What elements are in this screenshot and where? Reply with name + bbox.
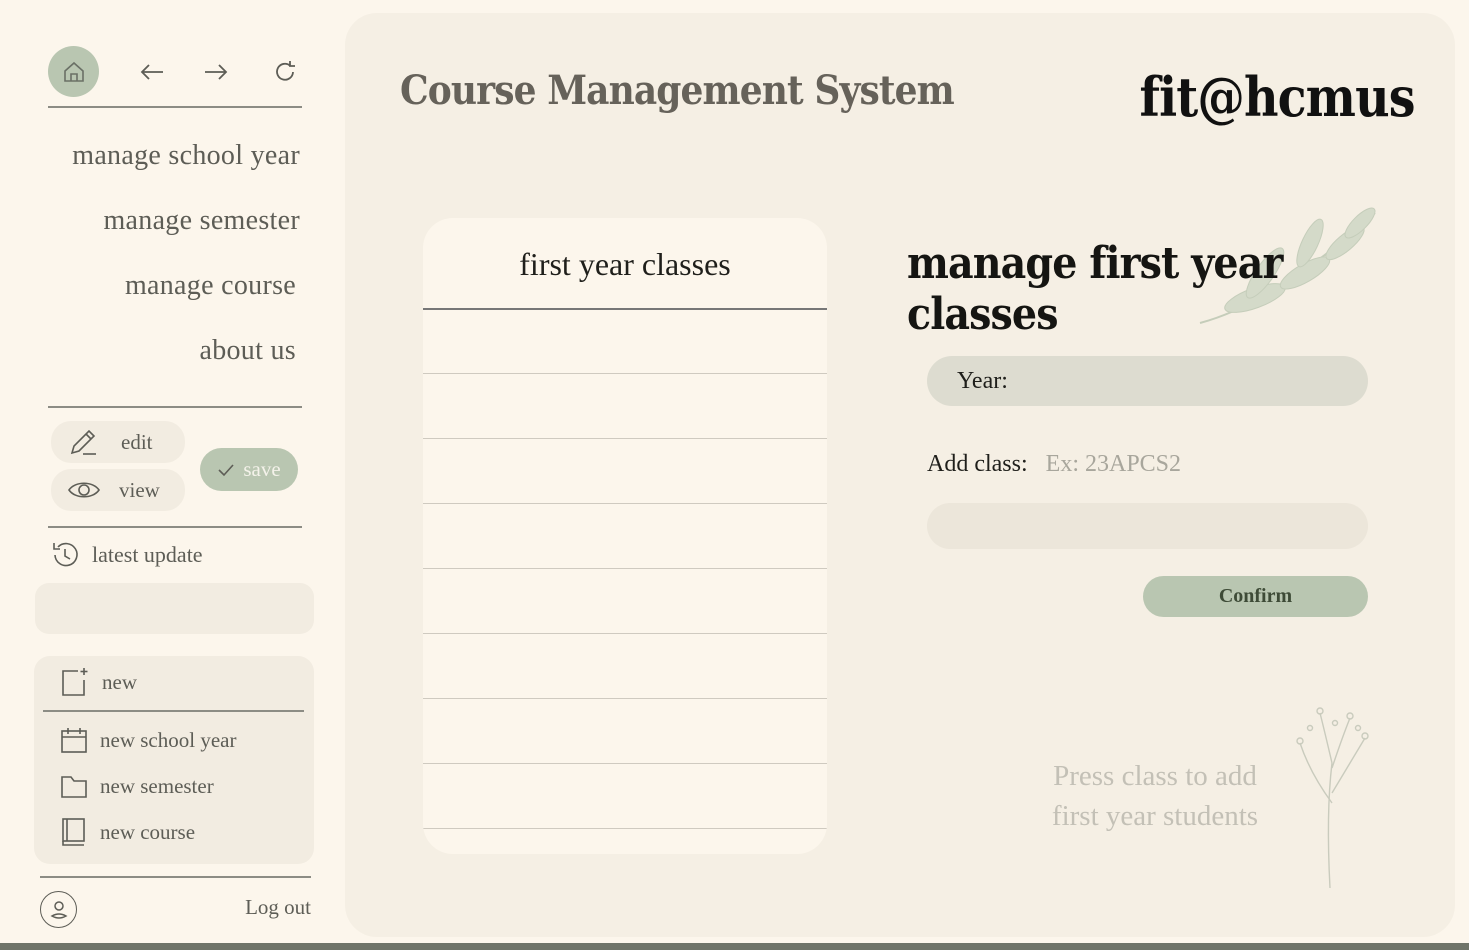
hint-text: Press class to add first year students (1005, 756, 1305, 836)
logout-row: Log out (40, 891, 311, 929)
divider (43, 710, 304, 712)
new-school-year-label: new school year (100, 727, 237, 752)
form-title: manage first year classes (907, 238, 1283, 340)
check-icon (218, 463, 234, 476)
back-button[interactable] (138, 58, 166, 86)
arrow-left-icon (140, 64, 163, 80)
save-button[interactable]: save (200, 448, 298, 491)
calendar-icon (61, 728, 87, 753)
add-class-label: Add class: (927, 451, 1028, 477)
divider (48, 106, 302, 108)
divider (40, 876, 311, 878)
class-input[interactable] (927, 503, 1368, 549)
class-list-row[interactable] (423, 569, 827, 634)
menu-item-about-us[interactable]: about us (199, 335, 296, 367)
menu-item-manage-course[interactable]: manage course (125, 270, 296, 302)
home-button[interactable] (48, 46, 99, 97)
hint-line: first year students (1051, 800, 1259, 832)
view-button[interactable]: view (51, 469, 185, 511)
eye-icon (68, 482, 100, 498)
latest-update-box (35, 583, 314, 634)
history-icon (53, 542, 78, 567)
arrow-right-icon (205, 64, 228, 80)
home-icon (63, 61, 84, 82)
menu-item-manage-semester[interactable]: manage semester (103, 205, 300, 237)
divider (48, 526, 302, 528)
user-icon (49, 900, 68, 919)
year-label: Year: (957, 367, 1008, 394)
class-list-card: first year classes (423, 218, 827, 854)
add-class-placeholder[interactable]: Ex: 23APCS2 (1046, 451, 1181, 478)
divider (48, 406, 302, 408)
new-school-year-button[interactable]: new school year (60, 726, 236, 754)
edit-button[interactable]: edit (51, 421, 185, 463)
add-class-row: Add class: Ex: 23APCS2 (927, 451, 1181, 478)
logout-button[interactable]: Log out (245, 895, 311, 920)
main-panel: Course Management System fit@hcmus first… (345, 13, 1455, 937)
new-button[interactable]: new (60, 666, 137, 698)
refresh-icon (276, 61, 295, 81)
confirm-button[interactable]: Confirm (1143, 576, 1368, 617)
new-semester-button[interactable]: new semester (60, 773, 214, 799)
new-panel: new new school year new semester new cou… (34, 656, 314, 864)
year-field[interactable]: Year: (927, 356, 1368, 406)
latest-update-label: latest update (92, 542, 203, 567)
latest-update-button[interactable]: latest update (50, 540, 203, 570)
refresh-button[interactable] (271, 58, 299, 86)
class-list-title: first year classes (519, 246, 731, 282)
app-title: Course Management System (400, 67, 955, 114)
bottom-bar (0, 943, 1469, 950)
forward-button[interactable] (202, 58, 230, 86)
edit-label: edit (121, 429, 153, 454)
book-icon (62, 818, 85, 846)
new-label: new (102, 669, 137, 694)
class-list-row[interactable] (423, 764, 827, 829)
folder-icon (61, 776, 87, 798)
pencil-icon (70, 429, 96, 455)
hint-line: Press class to add (1053, 760, 1257, 792)
menu-item-manage-school-year[interactable]: manage school year (72, 140, 300, 172)
class-list-row[interactable] (423, 374, 827, 439)
new-file-icon (62, 668, 88, 696)
nav-toolbar (48, 46, 302, 98)
class-list-row[interactable] (423, 699, 827, 764)
view-label: view (119, 477, 160, 502)
class-list-row[interactable] (423, 504, 827, 569)
save-label: save (243, 457, 281, 481)
class-list-row[interactable] (423, 439, 827, 504)
class-list-row[interactable] (423, 634, 827, 699)
new-course-button[interactable]: new course (60, 817, 195, 847)
brand-logo: fit@hcmus (1139, 65, 1416, 129)
new-course-label: new course (100, 819, 196, 844)
sidebar: manage school year manage semester manag… (0, 0, 345, 943)
avatar[interactable] (40, 891, 77, 928)
new-semester-label: new semester (100, 773, 214, 798)
class-list-row[interactable] (423, 309, 827, 374)
